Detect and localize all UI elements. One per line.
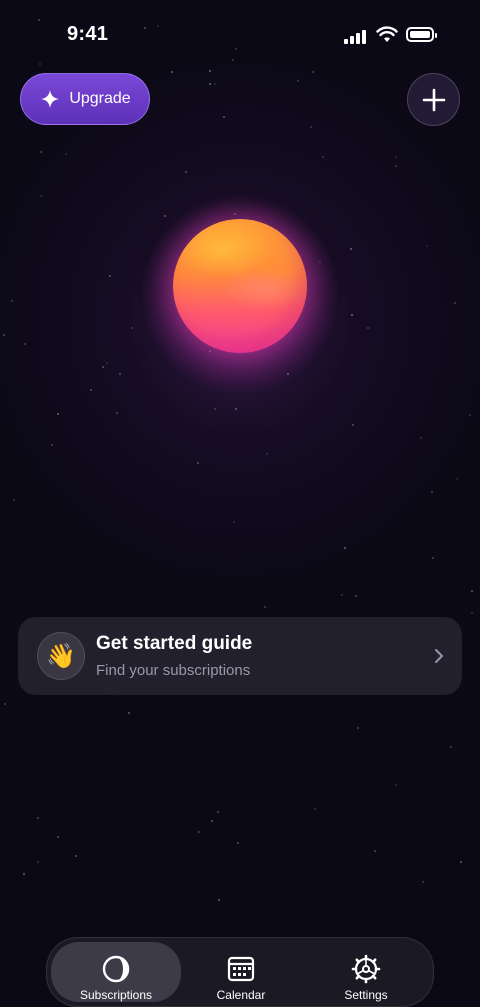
star <box>350 248 352 250</box>
star <box>235 408 237 410</box>
star <box>164 215 166 217</box>
waving-hand-icon: 👋 <box>37 632 85 680</box>
star <box>217 811 219 813</box>
status-time: 9:41 <box>67 23 109 45</box>
star <box>454 302 456 304</box>
status-bar: 9:41 <box>0 0 480 70</box>
plus-icon <box>422 88 445 111</box>
star <box>209 70 211 72</box>
guide-title: Get started guide <box>96 633 253 654</box>
star <box>322 156 324 158</box>
tab-subscriptions[interactable]: Subscriptions <box>51 942 181 1002</box>
sparkle-icon <box>41 89 60 109</box>
star <box>131 327 133 329</box>
star <box>211 820 213 822</box>
star <box>214 83 216 85</box>
star <box>395 784 397 786</box>
star <box>119 373 121 375</box>
star <box>352 424 354 426</box>
star <box>109 275 111 277</box>
star <box>40 195 42 197</box>
star <box>395 156 397 158</box>
star <box>357 727 359 729</box>
guide-subtitle: Find your subscriptions <box>96 662 251 679</box>
star <box>106 362 108 364</box>
star <box>37 817 39 819</box>
star <box>3 334 5 336</box>
tab-label: Calendar <box>216 988 266 1002</box>
star <box>37 861 39 863</box>
calendar-icon <box>227 956 255 982</box>
star <box>422 881 424 883</box>
star <box>355 595 357 597</box>
star <box>237 842 239 844</box>
tab-bar: Subscriptions Calendar Settings <box>46 937 434 1007</box>
star <box>65 153 67 155</box>
star <box>171 71 173 73</box>
star <box>214 408 216 410</box>
star <box>450 746 452 748</box>
star <box>351 314 353 316</box>
wifi-icon <box>376 26 398 42</box>
gear-icon <box>351 954 381 984</box>
star <box>456 478 458 480</box>
star <box>432 557 434 559</box>
star <box>341 594 343 596</box>
star <box>367 327 369 329</box>
star <box>75 855 77 857</box>
star <box>344 547 346 549</box>
cellular-signal-icon <box>344 28 370 44</box>
star <box>23 873 25 875</box>
star <box>310 126 312 128</box>
star <box>197 462 199 464</box>
star <box>90 389 92 391</box>
star <box>426 245 428 247</box>
star <box>209 83 211 85</box>
tab-settings[interactable]: Settings <box>301 942 431 1002</box>
star <box>471 590 473 592</box>
star <box>13 499 15 501</box>
star <box>395 165 397 167</box>
planet-illustration <box>173 219 307 353</box>
star <box>469 414 471 416</box>
star <box>198 831 200 833</box>
upgrade-label: Upgrade <box>69 90 131 107</box>
star <box>297 80 299 82</box>
star <box>57 836 59 838</box>
star <box>218 899 220 901</box>
tab-calendar[interactable]: Calendar <box>176 942 306 1002</box>
star <box>264 606 266 608</box>
star <box>312 71 314 73</box>
star <box>460 861 462 863</box>
star <box>185 171 187 173</box>
star <box>266 453 268 455</box>
tab-label: Subscriptions <box>79 988 153 1002</box>
battery-icon <box>406 27 437 42</box>
upgrade-button[interactable]: Upgrade <box>20 73 150 125</box>
star <box>116 412 118 414</box>
star <box>471 612 473 614</box>
star <box>40 151 42 153</box>
star <box>24 343 26 345</box>
star <box>11 300 13 302</box>
star <box>51 444 53 446</box>
star <box>314 808 316 810</box>
star <box>233 521 235 523</box>
tab-label: Settings <box>344 988 388 1002</box>
star <box>57 413 59 415</box>
get-started-guide-card[interactable]: 👋 Get started guide Find your subscripti… <box>18 617 462 695</box>
star <box>4 703 6 705</box>
star <box>128 712 130 714</box>
star <box>374 850 376 852</box>
starfield <box>0 0 480 990</box>
star <box>420 437 422 439</box>
star <box>223 116 225 118</box>
chevron-right-icon <box>435 649 443 663</box>
star <box>102 366 104 368</box>
moon-phase-icon <box>102 955 130 983</box>
star <box>431 491 433 493</box>
add-subscription-button[interactable] <box>407 73 460 126</box>
